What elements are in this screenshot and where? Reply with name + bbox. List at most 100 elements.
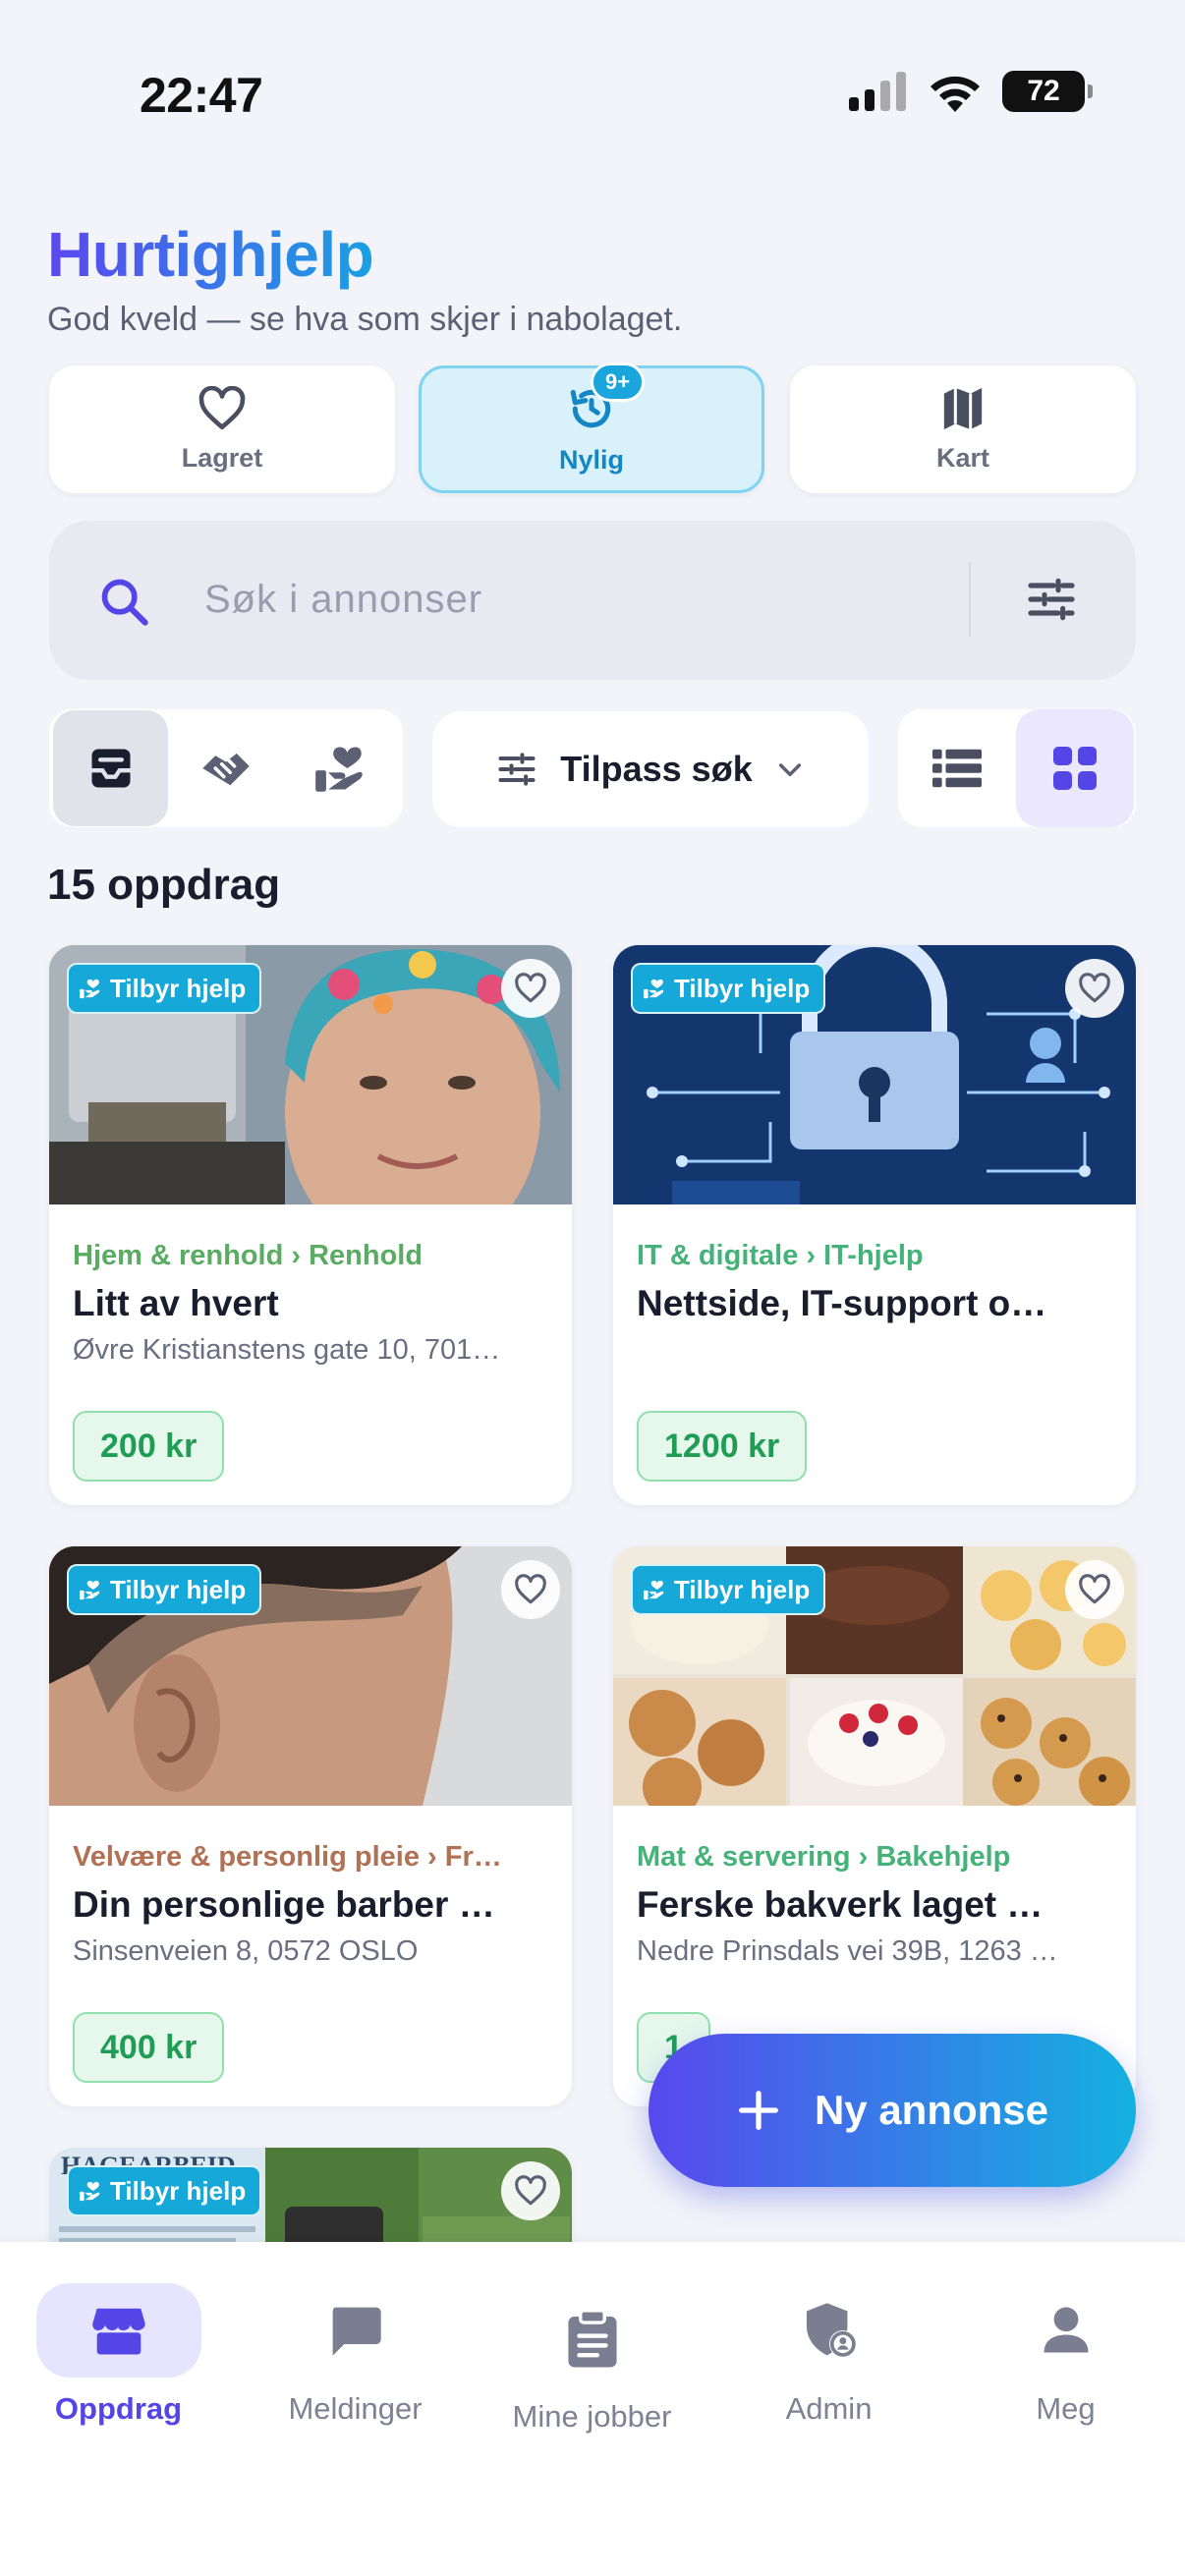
nav-item-assignments[interactable]: Oppdrag: [0, 2242, 237, 2438]
nav-label: Meldinger: [288, 2391, 423, 2426]
status-time: 22:47: [140, 68, 263, 123]
store-icon: [91, 2308, 145, 2355]
favorite-button[interactable]: [501, 2161, 560, 2220]
handshake-icon: [202, 753, 250, 786]
nav-label: Admin: [785, 2391, 873, 2426]
tab-map[interactable]: Kart: [790, 365, 1136, 493]
helping-hand-icon: [644, 979, 664, 999]
helping-hand-icon: [644, 1580, 664, 1600]
admin-shield-icon: [806, 2303, 857, 2358]
list-view-icon: [932, 749, 982, 788]
battery-indicator: 72: [1002, 71, 1093, 112]
wifi-icon: [931, 76, 980, 112]
nav-label: Oppdrag: [54, 2391, 183, 2426]
app-title: Hurtighjelp: [47, 219, 374, 290]
plus-icon: [739, 2091, 778, 2130]
segment-requests[interactable]: [168, 710, 283, 826]
chevron-down-icon: [778, 763, 801, 777]
status-icons: 72: [849, 71, 1093, 112]
heart-icon: [198, 385, 246, 429]
offer-help-tag-label: Tilbyr hjelp: [110, 1574, 247, 1604]
nav-label: Meg: [1036, 2391, 1096, 2426]
listing-card[interactable]: Tilbyr hjelp Mat & servering › Bakehjelp…: [613, 1546, 1136, 2106]
nav-icon-wrapper: [747, 2283, 912, 2378]
nav-label: Mine jobber: [512, 2399, 672, 2434]
listing-title: Ferske bakverk laget …: [637, 1884, 1044, 1925]
listing-price: 400 kr: [73, 2012, 225, 2083]
segment-all[interactable]: [53, 710, 169, 826]
nav-icon-wrapper: [510, 2291, 675, 2385]
favorite-button[interactable]: [501, 1560, 560, 1619]
clipboard-icon: [567, 2309, 617, 2368]
offer-help-tag: Tilbyr hjelp: [67, 963, 262, 1014]
nav-item-me[interactable]: Meg: [947, 2242, 1184, 2438]
tab-map-label: Kart: [935, 442, 989, 473]
nav-item-admin[interactable]: Admin: [710, 2242, 947, 2438]
listing-title: Din personlige barber …: [73, 1884, 495, 1925]
offer-help-tag-label: Tilbyr hjelp: [110, 2175, 247, 2206]
helping-hand-icon: [80, 1580, 100, 1600]
tab-recent[interactable]: 9+ Nylig: [419, 363, 764, 493]
sliders-icon: [498, 753, 536, 786]
tab-saved[interactable]: Lagret: [49, 365, 395, 493]
heart-icon: [515, 973, 546, 1003]
helping-hand-icon: [80, 979, 100, 999]
listing-price: 1200 kr: [637, 1411, 808, 1482]
nav-icon-wrapper: [984, 2283, 1149, 2378]
segment-offers[interactable]: [284, 710, 399, 826]
listing-card[interactable]: Tilbyr hjelp IT & digitale › IT-hjelp Ne…: [613, 945, 1136, 1505]
favorite-button[interactable]: [1065, 959, 1124, 1018]
customize-search-label: Tilpass søk: [560, 749, 753, 789]
recent-count-badge: 9+: [591, 363, 646, 402]
helping-hand-icon: [80, 2181, 100, 2202]
search-bar: [49, 521, 1136, 680]
search-input[interactable]: [204, 572, 990, 627]
listing-category: Hjem & renhold › Renhold: [73, 1240, 423, 1271]
list-view-button[interactable]: [898, 709, 1016, 827]
chat-icon: [332, 2307, 381, 2356]
listing-card[interactable]: Tilbyr hjelp Velvære & personlig pleie ›…: [49, 1546, 572, 2106]
listing-address: Øvre Kristianstens gate 10, 701…: [73, 1334, 501, 1366]
heart-icon: [1079, 973, 1110, 1003]
favorite-button[interactable]: [501, 959, 560, 1018]
result-count: 15 oppdrag: [47, 861, 281, 909]
customize-search-dropdown[interactable]: Tilpass søk: [432, 711, 869, 827]
offer-help-tag: Tilbyr hjelp: [631, 963, 826, 1014]
greeting-subtitle: God kveld — se hva som skjer i nabolaget…: [47, 301, 683, 338]
heart-icon: [1079, 1574, 1110, 1604]
nav-icon-wrapper: [35, 2283, 201, 2378]
new-listing-label: Ny annonse: [814, 2087, 1049, 2133]
listing-card[interactable]: Tilbyr hjelp Hjem & renhold › Renhold Li…: [49, 945, 572, 1505]
nav-icon-wrapper: [273, 2283, 438, 2378]
listing-category: Mat & servering › Bakehjelp: [637, 1841, 1011, 1873]
view-mode-toggle: [898, 709, 1136, 827]
filter-sliders-icon[interactable]: [1024, 572, 1079, 627]
search-divider: [969, 562, 971, 637]
nav-item-messages[interactable]: Meldinger: [237, 2242, 474, 2438]
map-icon: [943, 387, 983, 429]
helping-hand-icon: [315, 747, 364, 792]
offer-help-tag: Tilbyr hjelp: [631, 1564, 826, 1615]
heart-icon: [515, 1574, 546, 1604]
new-listing-button[interactable]: Ny annonse: [649, 2034, 1136, 2187]
listing-address: Sinsenveien 8, 0572 OSLO: [73, 1935, 419, 1967]
listing-category: Velvære & personlig pleie › Fr…: [73, 1841, 502, 1873]
offer-help-tag-label: Tilbyr hjelp: [674, 1574, 811, 1604]
offer-help-tag-label: Tilbyr hjelp: [110, 973, 247, 1003]
listing-title: Nettside, IT-support o…: [637, 1283, 1047, 1323]
offer-help-tag: Tilbyr hjelp: [67, 1564, 262, 1615]
tab-saved-label: Lagret: [181, 442, 263, 473]
listing-type-segment: [49, 709, 403, 827]
search-icon: [101, 579, 148, 626]
listing-title: Litt av hvert: [73, 1283, 279, 1323]
heart-icon: [515, 2175, 546, 2206]
signal-icon: [849, 72, 906, 111]
offer-help-tag-label: Tilbyr hjelp: [674, 973, 811, 1003]
nav-item-my-jobs[interactable]: Mine jobber: [474, 2242, 710, 2438]
listing-price: 200 kr: [73, 1411, 225, 1482]
bottom-navigation: Oppdrag Meldinger Mine jobber Admin Meg: [0, 2242, 1185, 2576]
offer-help-tag: Tilbyr hjelp: [67, 2165, 262, 2216]
inbox-icon: [91, 749, 131, 788]
favorite-button[interactable]: [1065, 1560, 1124, 1619]
grid-view-button[interactable]: [1016, 709, 1134, 827]
